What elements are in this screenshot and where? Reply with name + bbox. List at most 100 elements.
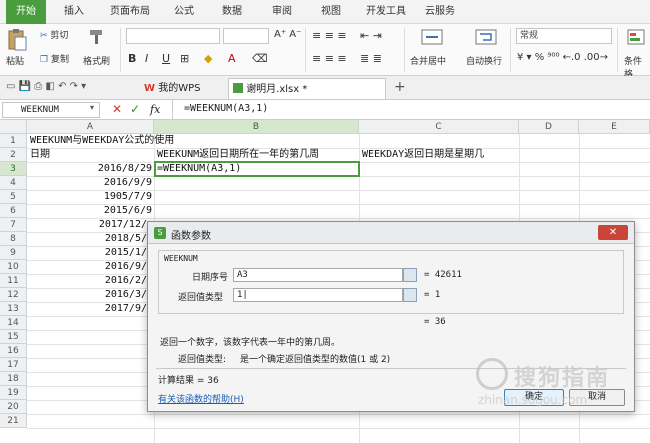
row-header[interactable]: 16 xyxy=(0,344,27,358)
tab-formulas[interactable]: 公式 xyxy=(164,0,204,24)
row-header[interactable]: 5 xyxy=(0,190,27,204)
tab-data[interactable]: 数据 xyxy=(212,0,252,24)
cell-a11[interactable]: 2016/2/ xyxy=(30,274,147,288)
cell-a4[interactable]: 2016/9/9 xyxy=(30,176,152,190)
arg2-range-picker-icon[interactable] xyxy=(403,288,417,302)
tab-cloud[interactable]: 云服务 xyxy=(418,0,462,24)
watermark-logo-icon xyxy=(476,358,508,390)
doc-tab-file[interactable]: 谢明月.xlsx * xyxy=(228,78,386,99)
name-box-dropdown-icon[interactable]: ▾ xyxy=(90,103,94,112)
cell-b2[interactable]: WEEKUNM返回日期所在一年的第几周 xyxy=(157,148,357,162)
distribute-buttons[interactable]: ≣ ≣ xyxy=(360,52,382,65)
cell-a1[interactable]: WEEKUNM与WEEKDAY公式的使用 xyxy=(30,134,250,148)
param-description: 是一个确定返回值类型的数值(1 或 2) xyxy=(240,355,391,365)
auto-wrap-button[interactable] xyxy=(474,28,498,49)
cell-a7[interactable]: 2017/12/ xyxy=(30,218,147,232)
quick-access-icons[interactable]: ▭ 💾 ⎙ ◧ ↶ ↷ ▾ xyxy=(6,81,86,92)
watermark-text: 搜狗指南 xyxy=(514,366,611,391)
row-header[interactable]: 15 xyxy=(0,330,27,344)
tab-developer[interactable]: 开发工具 xyxy=(360,0,412,24)
cell-c2[interactable]: WEEKDAY返回日期是星期几 xyxy=(362,148,562,162)
underline-button[interactable]: U xyxy=(162,52,170,65)
cancel-formula-icon[interactable]: ✕ xyxy=(112,102,122,116)
row-header[interactable]: 14 xyxy=(0,316,27,330)
conditional-format-button[interactable] xyxy=(626,28,646,49)
row-header[interactable]: 18 xyxy=(0,372,27,386)
column-header-b[interactable]: B xyxy=(154,120,359,134)
cell-a3[interactable]: 2016/8/29 xyxy=(30,162,152,176)
indent-buttons[interactable]: ⇤ ⇥ xyxy=(360,29,382,42)
doc-tab-my-wps[interactable]: W 我的WPS xyxy=(140,78,226,99)
align-top-buttons[interactable]: ≡ ≡ ≡ xyxy=(312,29,347,42)
help-link[interactable]: 有关该函数的帮助(H) xyxy=(158,392,244,405)
row-header[interactable]: 9 xyxy=(0,246,27,260)
column-header-e[interactable]: E xyxy=(579,120,650,134)
copy-button[interactable]: ❐ 复制 xyxy=(40,52,69,65)
auto-wrap-label: 自动换行 xyxy=(466,57,503,67)
grow-font-button[interactable]: A⁺ A⁻ xyxy=(274,29,301,40)
cell-a12[interactable]: 2016/3/ xyxy=(30,288,147,302)
column-header-a[interactable]: A xyxy=(27,120,154,134)
wps-logo-icon: W xyxy=(144,83,156,94)
fill-color-button[interactable]: ◆ xyxy=(204,52,212,65)
tab-home[interactable]: 开始 xyxy=(6,0,46,24)
font-color-button[interactable]: A xyxy=(228,52,236,65)
row-header[interactable]: 21 xyxy=(0,414,27,428)
bold-button[interactable]: B xyxy=(128,52,136,65)
align-left-buttons[interactable]: ≡ ≡ ≡ xyxy=(312,52,347,65)
tab-page-layout[interactable]: 页面布局 xyxy=(103,0,157,24)
row-header[interactable]: 12 xyxy=(0,288,27,302)
italic-button[interactable]: I xyxy=(145,52,148,65)
name-box[interactable]: WEEKNUM xyxy=(2,102,100,118)
new-tab-button[interactable]: + xyxy=(394,79,406,95)
dialog-close-button[interactable]: ✕ xyxy=(598,225,628,240)
column-header-c[interactable]: C xyxy=(359,120,519,134)
row-header[interactable]: 7 xyxy=(0,218,27,232)
row-header[interactable]: 4 xyxy=(0,176,27,190)
doc-tab-file-label: 谢明月.xlsx * xyxy=(246,84,308,95)
arg1-range-picker-icon[interactable] xyxy=(403,268,417,282)
row-header[interactable]: 10 xyxy=(0,260,27,274)
row-header[interactable]: 17 xyxy=(0,358,27,372)
formula-bar: WEEKNUM ▾ ✕ ✓ fx =WEEKNUM(A3,1) xyxy=(0,100,650,120)
row-header[interactable]: 2 xyxy=(0,148,27,162)
cell-a10[interactable]: 2016/9/ xyxy=(30,260,147,274)
tab-review[interactable]: 审阅 xyxy=(262,0,302,24)
tab-insert[interactable]: 插入 xyxy=(54,0,94,24)
paste-button[interactable] xyxy=(6,28,28,55)
cell-a6[interactable]: 2015/6/9 xyxy=(30,204,152,218)
row-header[interactable]: 11 xyxy=(0,274,27,288)
row-header[interactable]: 19 xyxy=(0,386,27,400)
formula-input[interactable]: =WEEKNUM(A3,1) xyxy=(184,103,268,114)
cell-a5[interactable]: 1905/7/9 xyxy=(30,190,152,204)
cell-a9[interactable]: 2015/1/ xyxy=(30,246,147,260)
row-header[interactable]: 3 xyxy=(0,162,27,176)
font-size-select[interactable] xyxy=(223,28,269,44)
cell-a8[interactable]: 2018/5/ xyxy=(30,232,147,246)
number-format-buttons[interactable]: ¥ ▾ % ⁹⁰⁰ ←.0 .00→ xyxy=(517,52,608,63)
format-painter-label: 格式刷 xyxy=(83,57,111,67)
row-header[interactable]: 8 xyxy=(0,232,27,246)
arg1-input[interactable]: A3 xyxy=(233,268,403,282)
cell-a13[interactable]: 2017/9/ xyxy=(30,302,147,316)
column-header-d[interactable]: D xyxy=(519,120,579,134)
dialog-title-bar[interactable]: S 函数参数 ✕ xyxy=(148,222,634,244)
border-button[interactable]: ⊞ xyxy=(180,52,189,65)
row-header[interactable]: 13 xyxy=(0,302,27,316)
clear-format-button[interactable]: ⌫ xyxy=(252,52,268,65)
row-header[interactable]: 20 xyxy=(0,400,27,414)
tab-view[interactable]: 视图 xyxy=(311,0,351,24)
select-all-corner[interactable] xyxy=(0,120,27,134)
row-header[interactable]: 6 xyxy=(0,204,27,218)
confirm-formula-icon[interactable]: ✓ xyxy=(130,102,140,116)
row-header[interactable]: 1 xyxy=(0,134,27,148)
number-format-select[interactable]: 常规 xyxy=(516,28,612,44)
merge-center-button[interactable] xyxy=(420,28,444,49)
cell-a2[interactable]: 日期 xyxy=(30,148,150,162)
format-painter-button[interactable] xyxy=(86,28,106,49)
font-name-select[interactable] xyxy=(126,28,220,44)
cut-button[interactable]: ✂ 剪切 xyxy=(40,28,68,41)
arg2-input[interactable]: 1| xyxy=(233,288,403,302)
cell-b3[interactable]: =WEEKNUM(A3,1) xyxy=(154,161,360,177)
insert-function-icon[interactable]: fx xyxy=(150,103,160,116)
